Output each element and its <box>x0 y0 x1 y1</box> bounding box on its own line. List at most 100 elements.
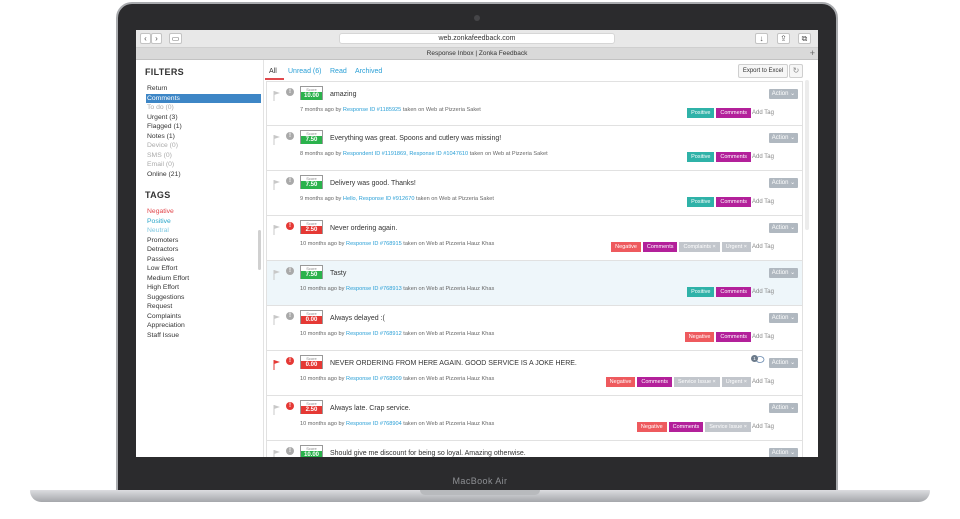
forward-button[interactable]: › <box>151 33 162 44</box>
add-tag-link[interactable]: Add Tag <box>752 289 774 295</box>
tab-archived[interactable]: Archived <box>355 68 382 75</box>
response-comment[interactable]: NEVER ORDERING FROM HERE AGAIN. GOOD SER… <box>330 360 577 367</box>
action-dropdown[interactable]: Action ⌄ <box>769 89 798 99</box>
filter-item[interactable]: Online (21) <box>146 170 261 180</box>
tag-filter-item[interactable]: Complaints <box>146 312 261 322</box>
tag-filter-item[interactable]: Appreciation <box>146 321 261 331</box>
address-bar[interactable]: web.zonkafeedback.com <box>339 33 615 44</box>
tag-chip-positive[interactable]: Positive <box>687 152 715 162</box>
filter-item[interactable]: SMS (0) <box>146 151 261 161</box>
tabs-overview-icon[interactable]: ⧉ <box>798 33 811 44</box>
response-id-link[interactable]: Response ID #768912 <box>346 331 402 337</box>
response-row[interactable]: ! Score 2.50 Always late. Crap service. 10 m… <box>266 396 803 441</box>
action-dropdown[interactable]: Action ⌄ <box>769 223 798 233</box>
tab-read[interactable]: Read <box>330 68 347 75</box>
action-dropdown[interactable]: Action ⌄ <box>769 133 798 143</box>
tag-chip-grey[interactable]: Urgent × <box>721 242 751 252</box>
response-comment[interactable]: Everything was great. Spoons and cutlery… <box>330 135 501 142</box>
flag-icon[interactable] <box>273 447 281 457</box>
response-comment[interactable]: Tasty <box>330 270 346 277</box>
comment-bubble-icon[interactable]: 1 <box>751 355 765 364</box>
tag-filter-item[interactable]: Request <box>146 302 261 312</box>
tag-chip-positive[interactable]: Positive <box>687 197 715 207</box>
tag-chip-grey[interactable]: Service Issue × <box>673 377 720 387</box>
sidebar-toggle-icon[interactable]: ▭ <box>169 33 182 44</box>
tag-filter-item[interactable]: Positive <box>146 217 261 227</box>
add-tag-link[interactable]: Add Tag <box>752 244 774 250</box>
tag-chip-comments[interactable]: Comments <box>716 332 751 342</box>
tag-chip-comments[interactable]: Comments <box>716 197 751 207</box>
flag-icon[interactable] <box>273 88 281 101</box>
response-comment[interactable]: Never ordering again. <box>330 225 397 232</box>
flag-icon[interactable] <box>273 402 281 415</box>
add-tag-link[interactable]: Add Tag <box>752 334 774 340</box>
response-id-link[interactable]: Response ID #1185925 <box>343 107 401 113</box>
filter-item[interactable]: Email (0) <box>146 160 261 170</box>
new-tab-icon[interactable]: + <box>810 48 815 59</box>
tag-chip-positive[interactable]: Positive <box>687 108 715 118</box>
tag-chip-grey[interactable]: Urgent × <box>721 377 751 387</box>
filter-item[interactable]: Flagged (1) <box>146 122 261 132</box>
response-row[interactable]: ! Score 2.50 Never ordering again. 10 months… <box>266 216 803 261</box>
tag-filter-item[interactable]: Negative <box>146 207 261 217</box>
tag-chip-negative[interactable]: Negative <box>605 377 636 387</box>
response-row[interactable]: ! Score 7.50 Tasty 10 months ago by Response… <box>266 261 803 306</box>
download-icon[interactable]: ↓ <box>755 33 768 44</box>
response-comment[interactable]: Should give me discount for being so loy… <box>330 450 526 457</box>
response-row[interactable]: ! Score 10.00 Should give me discount for b… <box>266 441 803 457</box>
tag-chip-negative[interactable]: Negative <box>611 242 641 252</box>
response-id-link[interactable]: Response ID #768913 <box>346 286 402 292</box>
add-tag-link[interactable]: Add Tag <box>752 110 774 116</box>
tag-filter-item[interactable]: Medium Effort <box>146 274 261 284</box>
tag-filter-item[interactable]: Suggestions <box>146 293 261 303</box>
response-id-link[interactable]: Response ID #768909 <box>346 376 402 382</box>
action-dropdown[interactable]: Action ⌄ <box>769 313 798 323</box>
tag-filter-item[interactable]: Staff Issue <box>146 331 261 341</box>
filter-item[interactable]: Comments <box>146 93 261 103</box>
response-row[interactable]: ! Score 0.00 Always delayed :(10 months ago… <box>266 306 803 351</box>
filter-item[interactable]: To do (0) <box>146 103 261 113</box>
action-dropdown[interactable]: Action ⌄ <box>769 403 798 413</box>
tag-chip-negative[interactable]: Negative <box>636 422 667 432</box>
response-row[interactable]: ! Score 0.00 NEVER ORDERING FROM HERE AGAIN… <box>266 351 803 396</box>
action-dropdown[interactable]: Action ⌄ <box>769 178 798 188</box>
tab-all[interactable]: All <box>269 68 277 75</box>
response-comment[interactable]: Always delayed :( <box>330 315 385 322</box>
share-icon[interactable]: ⇪ <box>777 33 790 44</box>
add-tag-link[interactable]: Add Tag <box>752 379 774 385</box>
add-tag-link[interactable]: Add Tag <box>752 154 774 160</box>
action-dropdown[interactable]: Action ⌄ <box>769 268 798 278</box>
response-id-link[interactable]: Response ID #768904 <box>346 421 402 427</box>
tag-chip-comments[interactable]: Comments <box>642 242 678 252</box>
response-id-link[interactable]: Hello, Response ID #912670 <box>343 196 415 202</box>
sidebar-scrollbar[interactable] <box>258 230 261 270</box>
tag-filter-item[interactable]: Neutral <box>146 226 261 236</box>
export-excel-button[interactable]: Export to Excel <box>738 64 788 78</box>
tag-chip-comments[interactable]: Comments <box>716 108 751 118</box>
add-tag-link[interactable]: Add Tag <box>752 199 774 205</box>
refresh-icon[interactable]: ↻ <box>789 64 803 78</box>
flag-icon[interactable] <box>273 222 281 235</box>
action-dropdown[interactable]: Action ⌄ <box>769 448 798 457</box>
response-comment[interactable]: amazing <box>330 91 356 98</box>
add-tag-link[interactable]: Add Tag <box>752 424 774 430</box>
tag-chip-comments[interactable]: Comments <box>668 422 704 432</box>
tag-chip-comments[interactable]: Comments <box>637 377 672 387</box>
flag-icon[interactable] <box>273 132 281 145</box>
flag-icon[interactable] <box>273 177 281 190</box>
tag-chip-comments[interactable]: Comments <box>716 152 751 162</box>
tag-chip-grey[interactable]: Service Issue × <box>705 422 751 432</box>
tag-filter-item[interactable]: Promoters <box>146 236 261 246</box>
action-dropdown[interactable]: Action ⌄ <box>769 358 798 368</box>
tag-filter-item[interactable]: Detractors <box>146 245 261 255</box>
flag-icon[interactable] <box>273 357 281 370</box>
tag-chip-negative[interactable]: Negative <box>684 332 715 342</box>
response-row[interactable]: ! Score 7.50 Delivery was good. Thanks! 9 mo… <box>266 171 803 216</box>
tag-filter-item[interactable]: Low Effort <box>146 264 261 274</box>
tag-filter-item[interactable]: Passives <box>146 255 261 265</box>
browser-tab[interactable]: Response Inbox | Zonka Feedback + <box>136 48 818 60</box>
filter-item[interactable]: Notes (1) <box>146 132 261 142</box>
filter-item[interactable]: Device (0) <box>146 141 261 151</box>
tag-filter-item[interactable]: High Effort <box>146 283 261 293</box>
response-comment[interactable]: Delivery was good. Thanks! <box>330 180 416 187</box>
